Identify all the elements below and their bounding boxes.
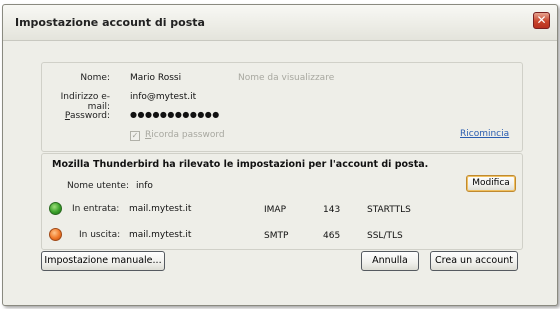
username-label: Nome utente: xyxy=(67,181,129,191)
name-field[interactable]: Mario Rossi xyxy=(130,73,181,83)
outgoing-server: mail.mytest.it xyxy=(129,230,192,240)
outgoing-label: In uscita: xyxy=(79,230,121,240)
incoming-label: In entrata: xyxy=(72,204,120,214)
remember-password-label: Ricorda password xyxy=(145,130,225,140)
email-field[interactable]: info@mytest.it xyxy=(130,92,196,102)
incoming-port: 143 xyxy=(323,205,341,215)
outgoing-port: 465 xyxy=(323,231,341,241)
manual-setup-button[interactable]: Impostazione manuale... xyxy=(41,251,165,271)
create-account-button[interactable]: Crea un account xyxy=(430,251,518,271)
detected-settings-group: Mozilla Thunderbird ha rilevato le impos… xyxy=(41,153,523,250)
incoming-status-icon xyxy=(49,202,62,215)
dialog-title: Impostazione account di posta xyxy=(15,16,205,29)
email-label: Indirizzo e-mail: xyxy=(60,92,110,112)
close-icon[interactable]: ✕ xyxy=(533,12,550,29)
incoming-security: STARTTLS xyxy=(367,205,411,215)
password-field[interactable]: ●●●●●●●●●●●● xyxy=(130,110,220,119)
outgoing-security: SSL/TLS xyxy=(367,231,403,241)
username-value: info xyxy=(136,181,153,191)
modify-button[interactable]: Modifica xyxy=(466,175,516,192)
account-setup-dialog: Impostazione account di posta ✕ Nome: Ma… xyxy=(2,4,558,306)
credentials-group: Nome: Mario Rossi Nome da visualizzare I… xyxy=(41,62,523,152)
incoming-protocol: IMAP xyxy=(264,205,287,215)
remember-password-checkbox[interactable]: ✓ xyxy=(130,131,140,141)
title-bar: Impostazione account di posta ✕ xyxy=(3,5,557,41)
outgoing-status-icon xyxy=(49,228,62,241)
password-label: Password: xyxy=(64,111,110,121)
name-hint: Nome da visualizzare xyxy=(238,73,335,83)
name-label: Nome: xyxy=(80,73,110,83)
incoming-server: mail.mytest.it xyxy=(129,204,192,214)
cancel-button[interactable]: Annulla xyxy=(361,251,419,271)
restart-link[interactable]: Ricomincia xyxy=(460,129,509,139)
detected-heading: Mozilla Thunderbird ha rilevato le impos… xyxy=(52,159,429,170)
outgoing-protocol: SMTP xyxy=(264,231,289,241)
